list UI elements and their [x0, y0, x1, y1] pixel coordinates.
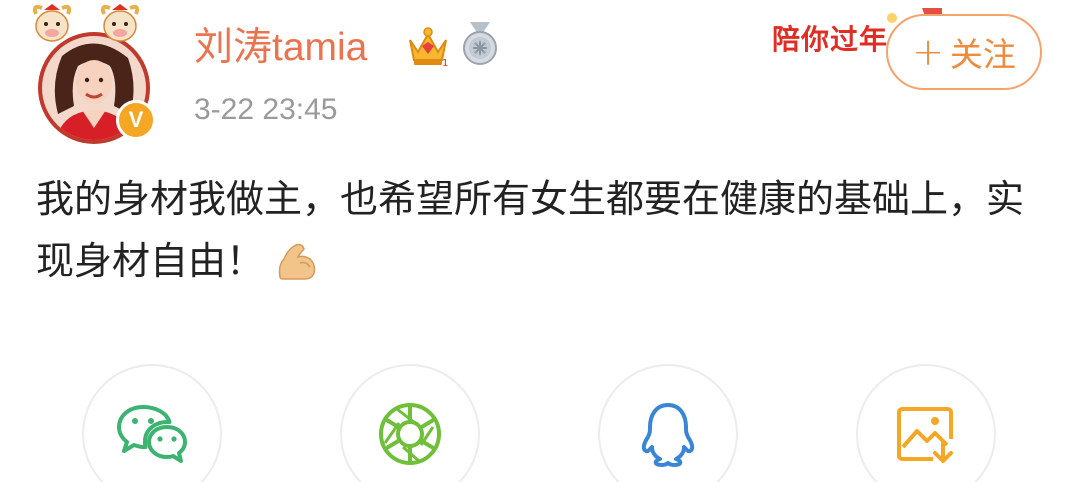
user-name[interactable]: 刘涛tamia [194, 24, 367, 72]
vip-crown-icon[interactable]: 1 [404, 24, 452, 68]
ox-frame-right-icon [100, 4, 140, 42]
share-qq-button[interactable] [598, 364, 738, 482]
save-image-button[interactable] [856, 364, 996, 482]
save-image-icon [897, 407, 953, 463]
plus-icon: + [912, 30, 944, 74]
wechat-icon [117, 405, 187, 463]
follow-button[interactable]: + 关注 [886, 14, 1042, 90]
weibo-post-page: V 刘涛tamia 1 3-22 23:45 陪你过年 + 关注 我的身材我做主… [0, 0, 1080, 482]
promo-banner-text: 陪你过年 [772, 23, 889, 56]
flexed-bicep-icon [278, 243, 316, 280]
avatar[interactable]: V [28, 2, 168, 144]
share-moments-button[interactable] [340, 364, 480, 482]
qq-icon [641, 403, 695, 467]
post-timestamp: 3-22 23:45 [194, 93, 338, 126]
follow-label: 关注 [949, 35, 1016, 74]
medal-icon[interactable] [458, 20, 502, 68]
moments-icon [379, 403, 441, 465]
post-content: 我的身材我做主，也希望所有女生都要在健康的基础上，实现身材自由！ [36, 168, 1046, 292]
verified-v-icon: V [116, 100, 156, 140]
share-wechat-button[interactable] [82, 364, 222, 482]
svg-text:1: 1 [442, 58, 448, 68]
post-text: 我的身材我做主，也希望所有女生都要在健康的基础上，实现身材自由！ [36, 177, 1025, 283]
ox-frame-left-icon [32, 4, 72, 42]
